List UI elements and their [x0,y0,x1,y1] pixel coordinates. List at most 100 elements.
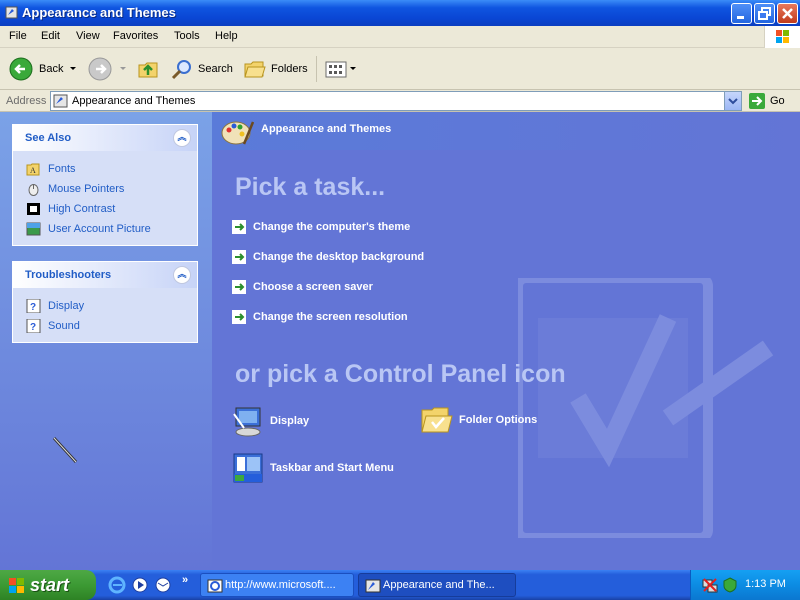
taskbar-item-appearance[interactable]: Appearance and The... [358,573,516,597]
main-content: Appearance and Themes Pick a task... Cha… [212,112,800,570]
security-shield-icon[interactable] [721,576,739,594]
task-change-theme[interactable]: Change the computer's theme [232,220,410,234]
search-label: Search [198,63,233,75]
window-title: Appearance and Themes [22,5,176,20]
cp-display-label: Display [270,415,310,427]
folders-button[interactable]: Folders [243,56,308,82]
internet-explorer-icon[interactable] [108,576,126,594]
task-screen-saver[interactable]: Choose a screen saver [232,280,373,294]
chevron-down-icon [120,67,126,70]
user-picture-icon [26,222,41,236]
menu-file[interactable]: File [9,30,27,42]
mouse-icon [28,184,39,196]
see-also-mouse-pointers-label: Mouse Pointers [48,183,125,195]
troubleshooter-display[interactable]: ? Display [13,296,197,316]
windows-flag-icon [776,30,789,43]
control-panel-icon [365,579,381,593]
collapse-icon[interactable]: ︽ [173,129,191,147]
svg-text:?: ? [30,302,36,313]
folder-up-icon [138,62,158,78]
network-icon[interactable] [701,576,719,594]
address-label: Address [6,95,47,107]
see-also-fonts[interactable]: A Fonts [13,159,197,179]
cp-taskbar-start-menu-label: Taskbar and Start Menu [270,462,394,474]
menu-view[interactable]: View [76,30,100,42]
see-also-user-account-picture[interactable]: User Account Picture [13,219,197,239]
menu-tools[interactable]: Tools [174,30,200,42]
title-bar[interactable]: Appearance and Themes [0,0,800,26]
troubleshooter-display-label: Display [48,300,85,312]
cp-folder-options-label: Folder Options [459,414,538,426]
control-panel-icon-heading: or pick a Control Panel icon [235,360,566,388]
svg-text:A: A [30,166,36,175]
taskbar-icon [233,453,263,483]
menu-help[interactable]: Help [215,30,238,42]
collapse-icon[interactable]: ︽ [173,266,191,284]
task-screen-resolution[interactable]: Change the screen resolution [232,310,408,324]
task-screen-resolution-label: Change the screen resolution [253,311,408,323]
see-also-header[interactable]: See Also ︽ [13,125,197,151]
minimize-button[interactable] [731,3,752,24]
task-arrow-icon [232,250,246,264]
quick-launch-more-icon[interactable]: » [182,574,188,586]
troubleshooters-title: Troubleshooters [25,269,112,281]
see-also-fonts-label: Fonts [48,163,76,175]
views-icon [325,61,347,78]
go-arrow-icon [749,93,765,109]
forward-arrow-icon [88,57,112,81]
restore-button[interactable] [754,3,775,24]
back-label: Back [39,63,64,75]
address-field[interactable]: Appearance and Themes [50,91,742,111]
troubleshooters-header[interactable]: Troubleshooters ︽ [13,262,197,288]
see-also-high-contrast[interactable]: High Contrast [13,199,197,219]
task-change-background-label: Change the desktop background [253,251,425,263]
clock[interactable]: 1:13 PM [745,578,786,590]
display-icon [233,407,261,437]
close-icon [782,8,793,19]
views-button[interactable] [324,56,358,82]
task-change-background[interactable]: Change the desktop background [232,250,424,264]
address-value: Appearance and Themes [72,95,196,107]
task-change-theme-label: Change the computer's theme [253,221,411,233]
fonts-folder-icon: A [26,163,40,176]
help-icon: ? [26,299,41,313]
system-tray: 1:13 PM [690,570,800,600]
content-header-title: Appearance and Themes [261,123,392,135]
back-arrow-icon [9,57,33,81]
svg-text:?: ? [30,322,36,333]
pick-task-heading: Pick a task... [235,173,386,201]
start-label: start [30,574,70,595]
folders-label: Folders [271,63,308,75]
cp-taskbar-start-menu[interactable]: Taskbar and Start Menu [232,452,394,484]
menu-bar: File Edit View Favorites Tools Help [0,26,800,48]
troubleshooters-panel: Troubleshooters ︽ ? Display ? Sound [12,261,198,343]
start-button[interactable]: start [0,570,96,600]
forward-button[interactable] [87,56,129,82]
media-player-icon[interactable] [131,576,149,594]
address-dropdown-button[interactable] [724,92,741,110]
control-panel-icon [5,6,18,19]
windows-flag-icon [9,578,24,593]
minimize-icon [737,16,744,19]
appearance-watermark-icon [518,278,774,538]
control-panel-icon [53,94,68,108]
taskbar-item-browser[interactable]: http://www.microsoft.... [200,573,354,597]
windows-logo [764,26,800,48]
close-button[interactable] [777,3,798,24]
chevron-down-icon [728,98,738,105]
menu-favorites[interactable]: Favorites [113,30,158,42]
browser-window-icon [207,579,223,593]
content-header: Appearance and Themes [212,112,800,150]
see-also-high-contrast-label: High Contrast [48,203,116,215]
cp-folder-options[interactable]: Folder Options [420,404,537,436]
troubleshooter-sound[interactable]: ? Sound [13,316,197,336]
outlook-express-icon[interactable] [154,576,172,594]
up-button[interactable] [136,56,160,82]
see-also-mouse-pointers[interactable]: Mouse Pointers [13,179,197,199]
go-button[interactable]: Go [748,91,785,111]
menu-edit[interactable]: Edit [41,30,60,42]
back-button[interactable]: Back [8,56,79,82]
see-also-panel: See Also ︽ A Fonts Mouse Pointers High C… [12,124,198,246]
search-button[interactable]: Search [170,56,233,82]
cp-display[interactable]: Display [232,404,309,438]
